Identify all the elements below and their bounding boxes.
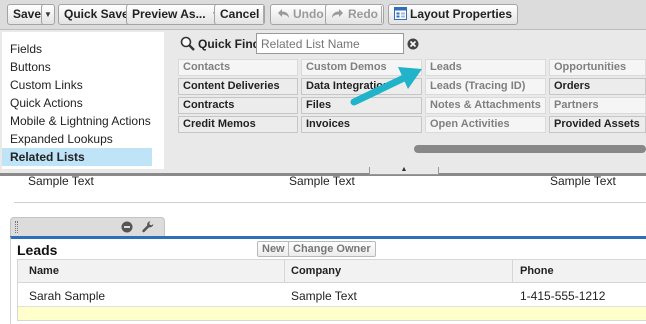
palette-item-leads[interactable]: Leads xyxy=(425,59,546,76)
palette-item-notes-attachments[interactable]: Notes & Attachments xyxy=(425,97,546,114)
palette-item-content-deliveries[interactable]: Content Deliveries xyxy=(178,78,298,95)
layout-properties-button[interactable]: Layout Properties xyxy=(388,4,519,25)
column-header-name: Name xyxy=(29,265,59,277)
palette-item-invoices[interactable]: Invoices xyxy=(301,116,422,133)
palette-item-provided-assets[interactable]: Provided Assets xyxy=(549,116,646,133)
palette-category-mobile-lightning-actions[interactable]: Mobile & Lightning Actions xyxy=(2,112,164,130)
column-divider xyxy=(512,260,513,283)
palette-item-leads-tracing-id[interactable]: Leads (Tracing ID) xyxy=(425,78,546,95)
undo-button[interactable]: Undo xyxy=(270,4,330,25)
section-divider xyxy=(14,202,646,203)
sample-text: Sample Text xyxy=(28,174,94,188)
wrench-icon[interactable] xyxy=(141,220,155,234)
layout-properties-icon xyxy=(394,7,407,20)
preview-as-button[interactable]: Preview As...▼ xyxy=(126,4,225,25)
clear-search-icon[interactable] xyxy=(407,38,419,50)
palette-horizontal-scrollbar[interactable] xyxy=(414,145,646,153)
layout-editor-toolbar: Save ▼ Quick Save Preview As...▼ Cancel … xyxy=(0,0,646,30)
palette-category-list: Fields Buttons Custom Links Quick Actions Mo… xyxy=(2,32,164,169)
undo-icon xyxy=(278,9,289,18)
palette-item-opportunities[interactable]: Opportunities xyxy=(549,59,646,76)
collapse-palette-handle[interactable]: ▲ xyxy=(369,166,439,175)
layout-properties-label: Layout Properties xyxy=(410,7,513,21)
field-palette: Fields Buttons Custom Links Quick Actions Mo… xyxy=(0,30,646,176)
palette-category-quick-actions[interactable]: Quick Actions xyxy=(2,94,164,112)
search-icon xyxy=(180,36,195,51)
toolbar-divider xyxy=(381,6,382,23)
callout-arrow-icon xyxy=(350,67,422,106)
palette-category-related-lists[interactable]: Related Lists xyxy=(2,148,152,166)
palette-item-contacts[interactable]: Contacts xyxy=(178,59,298,76)
related-list-leads[interactable]: Leads New Change Owner Name Company Phon… xyxy=(10,236,646,324)
sample-text: Sample Text xyxy=(550,174,616,188)
sample-text: Sample Text xyxy=(289,174,355,188)
redo-label: Redo xyxy=(348,7,378,21)
related-list-table: Name Company Phone Sarah Sample Sample T… xyxy=(17,259,646,321)
preview-as-label: Preview As... xyxy=(132,7,206,21)
new-button[interactable]: New xyxy=(257,241,290,257)
quick-save-button[interactable]: Quick Save xyxy=(58,4,135,25)
cancel-button[interactable]: Cancel xyxy=(214,4,266,25)
cell-company: Sample Text xyxy=(291,289,357,303)
related-list-drag-handle[interactable] xyxy=(10,217,165,236)
remove-icon[interactable] xyxy=(121,221,133,233)
palette-category-expanded-lookups[interactable]: Expanded Lookups xyxy=(2,130,164,148)
related-list-title: Leads xyxy=(17,242,58,258)
palette-item-contracts[interactable]: Contracts xyxy=(178,97,298,114)
undo-label: Undo xyxy=(293,7,324,21)
table-row: Sarah Sample Sample Text 1-415-555-1212 xyxy=(18,283,646,307)
table-header: Name Company Phone xyxy=(18,260,646,283)
palette-category-custom-links[interactable]: Custom Links xyxy=(2,76,164,94)
palette-category-buttons[interactable]: Buttons xyxy=(2,58,164,76)
chevron-down-icon: ▼ xyxy=(44,10,52,19)
drag-grip-icon[interactable] xyxy=(15,221,18,233)
column-header-company: Company xyxy=(291,265,342,277)
palette-category-fields[interactable]: Fields xyxy=(2,40,164,58)
change-owner-button[interactable]: Change Owner xyxy=(288,241,376,257)
quick-find-label: Quick Find xyxy=(198,37,261,51)
redo-icon xyxy=(332,9,343,18)
column-divider xyxy=(284,260,285,283)
palette-item-orders[interactable]: Orders xyxy=(549,78,646,95)
save-dropdown-button[interactable]: ▼ xyxy=(41,4,55,25)
chevron-up-icon: ▲ xyxy=(400,166,408,173)
redo-button[interactable]: Redo xyxy=(325,4,384,25)
column-header-phone: Phone xyxy=(520,265,554,277)
palette-item-partners[interactable]: Partners xyxy=(549,97,646,114)
cell-name: Sarah Sample xyxy=(29,289,106,303)
palette-item-open-activities[interactable]: Open Activities xyxy=(425,116,546,133)
quick-find-input[interactable] xyxy=(256,33,404,54)
cell-phone: 1-415-555-1212 xyxy=(520,289,606,303)
palette-item-credit-memos[interactable]: Credit Memos xyxy=(178,116,298,133)
toolbar-divider xyxy=(263,6,264,23)
